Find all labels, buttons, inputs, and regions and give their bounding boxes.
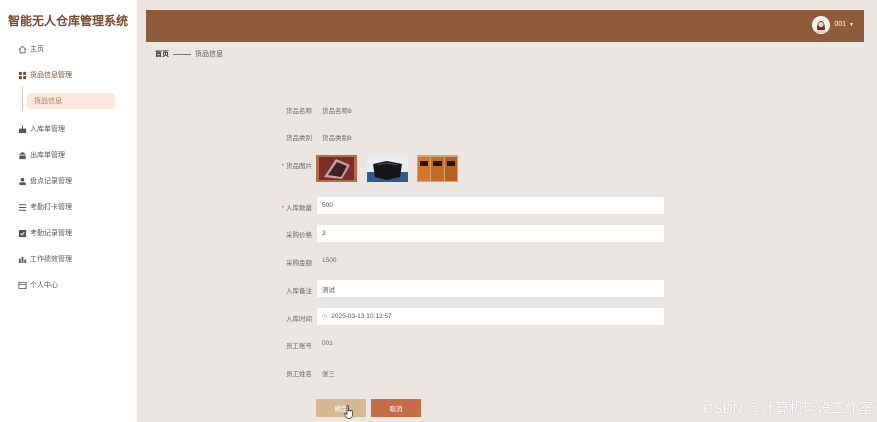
purchase-price-label: 采购价格 — [254, 229, 312, 239]
inbound-qty-label: * 入库数量 — [254, 202, 312, 212]
label-text: 员工姓名 — [286, 371, 312, 378]
sidebar-item-product-info[interactable]: 货品信息管理 — [18, 67, 72, 83]
breadcrumb-current: 货品信息 — [195, 51, 223, 58]
sidebar-item-inventory[interactable]: 盘点记录管理 — [18, 173, 72, 189]
profile-icon — [18, 281, 27, 290]
sidebar-item-performance[interactable]: 工作绩效管理 — [18, 251, 72, 267]
sidebar-subitem-product-info[interactable]: 货品信息 — [27, 93, 115, 109]
product-category-value: 货品类别8 — [322, 135, 352, 142]
sidebar-item-profile[interactable]: 个人中心 — [18, 277, 58, 293]
grid-icon — [18, 71, 27, 80]
inbound-time-picker[interactable]: ◷ 2025-03-13 10:12:57 — [317, 308, 664, 325]
pointer-cursor-icon — [344, 405, 354, 419]
sidebar-item-label: 工作绩效管理 — [30, 256, 72, 263]
watermark: CSDN @计算机毕设工作室 — [703, 400, 873, 416]
inventory-icon — [18, 177, 27, 186]
confirm-button[interactable]: 确定 — [316, 399, 366, 417]
label-text: 采购价格 — [286, 232, 312, 239]
inbound-note-label: 入库备注 — [254, 285, 312, 295]
label-text: 采购金额 — [286, 260, 312, 267]
required-mark: * — [281, 205, 284, 212]
product-name-value: 货品名称8 — [322, 108, 352, 115]
record-icon — [18, 229, 27, 238]
chart-icon — [18, 255, 27, 264]
label-text: 货品名称 — [286, 108, 312, 115]
product-image-thumb-2[interactable] — [367, 155, 408, 182]
required-mark: * — [281, 163, 284, 170]
user-menu[interactable]: 001 ▼ — [834, 21, 854, 28]
submenu-divider — [22, 87, 23, 111]
sidebar-item-outbound[interactable]: 出库单管理 — [18, 147, 65, 163]
product-image-thumb-1[interactable] — [316, 155, 357, 182]
purchase-amount-label: 采购金额 — [254, 257, 312, 267]
label-text: 货品图片 — [286, 163, 312, 170]
product-category-label: 货品类别 — [254, 132, 312, 142]
label-text: 入库时间 — [286, 316, 312, 323]
inbound-note-input[interactable]: 测试 — [317, 280, 664, 297]
label-text: 货品类别 — [286, 135, 312, 142]
inbound-icon — [18, 124, 27, 134]
top-bar: 001 ▼ — [146, 10, 864, 42]
sidebar-item-label: 考勤记录管理 — [30, 230, 72, 237]
inbound-time-label: 入库时间 — [254, 313, 312, 323]
sidebar-item-label: 入库单管理 — [30, 126, 65, 133]
sidebar: 智能无人仓库管理系统 主页 货品信息管理 货品信息 入库单管理 出库单管理 盘点… — [0, 0, 137, 422]
label-text: 入库备注 — [286, 288, 312, 295]
employee-name-label: 员工姓名 — [254, 368, 312, 378]
outbound-icon — [18, 151, 27, 160]
sidebar-item-attendance-record[interactable]: 考勤记录管理 — [18, 225, 72, 241]
purchase-price-input[interactable]: 3 — [317, 225, 664, 242]
caret-down-icon: ▼ — [849, 21, 854, 28]
avatar[interactable] — [812, 16, 830, 34]
app-title: 智能无人仓库管理系统 — [8, 14, 129, 28]
list-icon — [18, 203, 27, 212]
sidebar-item-attendance-clock[interactable]: 考勤打卡管理 — [18, 199, 72, 215]
product-image-thumb-3[interactable] — [417, 155, 458, 182]
sidebar-item-label: 个人中心 — [30, 282, 58, 289]
sidebar-item-label: 货品信息管理 — [30, 72, 72, 79]
breadcrumb-home[interactable]: 首页 — [155, 49, 169, 59]
sidebar-item-label: 主页 — [30, 46, 44, 53]
sidebar-item-label: 盘点记录管理 — [30, 178, 72, 185]
employee-id-value: 001 — [322, 340, 333, 347]
breadcrumb-separator — [173, 53, 191, 55]
breadcrumb: 首页 货品信息 — [155, 49, 223, 59]
product-name-label: 货品名称 — [254, 105, 312, 115]
inbound-time-value: 2025-03-13 10:12:57 — [331, 313, 392, 320]
employee-id-label: 员工账号 — [254, 340, 312, 350]
label-text: 员工账号 — [286, 343, 312, 350]
sidebar-item-label: 出库单管理 — [30, 152, 65, 159]
label-text: 入库数量 — [286, 205, 312, 212]
purchase-amount-value: 1500 — [322, 257, 337, 264]
sidebar-item-label: 考勤打卡管理 — [30, 204, 72, 211]
sidebar-item-home[interactable]: 主页 — [18, 41, 44, 57]
home-icon — [18, 45, 27, 54]
cancel-button[interactable]: 取消 — [371, 399, 421, 417]
product-image-label: * 货品图片 — [254, 160, 312, 170]
username: 001 — [834, 21, 847, 28]
employee-name-value: 张三 — [322, 371, 335, 378]
sidebar-item-inbound[interactable]: 入库单管理 — [18, 121, 65, 137]
inbound-qty-input[interactable]: 500 — [317, 197, 664, 214]
clock-icon: ◷ — [322, 314, 328, 320]
